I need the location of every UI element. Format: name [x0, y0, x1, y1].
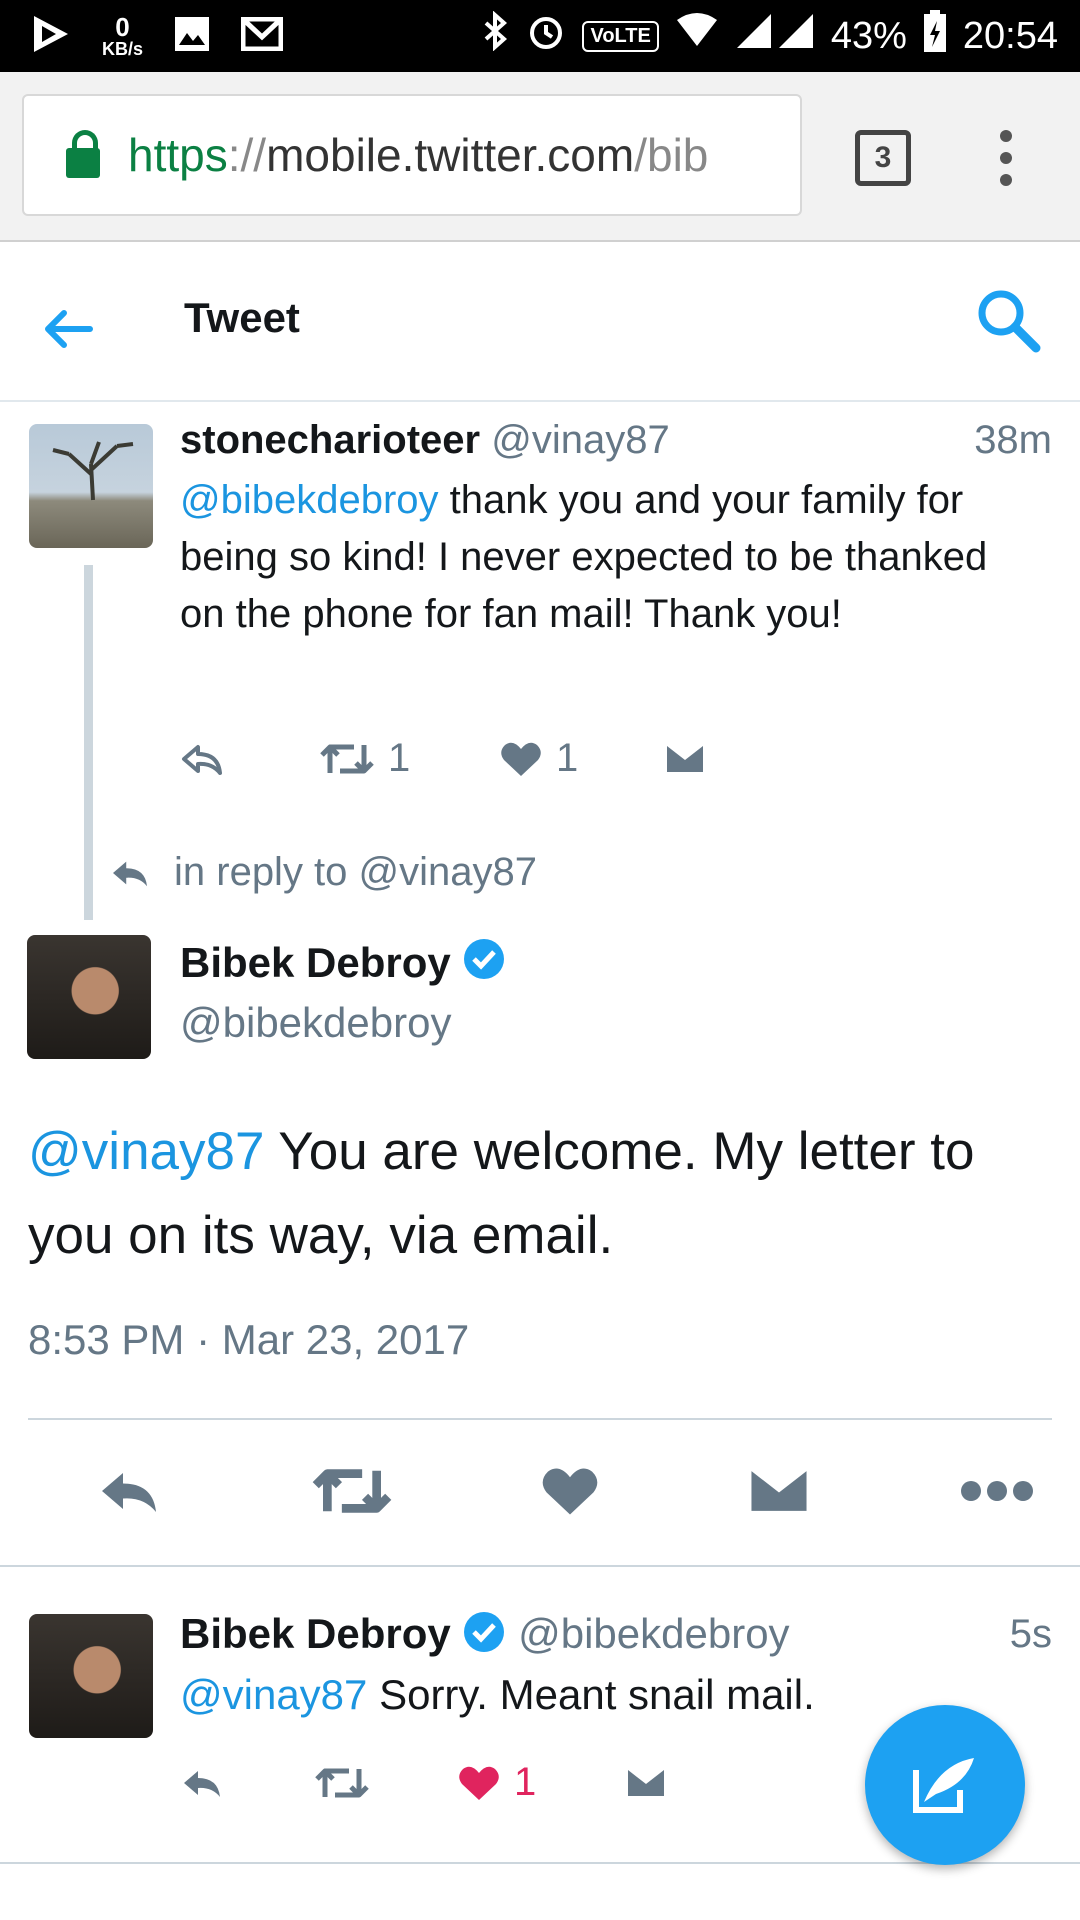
mention-link[interactable]: @vinay87	[180, 1671, 367, 1718]
divider	[0, 1565, 1080, 1567]
tweet-actions: 1	[180, 1760, 666, 1805]
reply-button[interactable]	[180, 1765, 315, 1801]
reply-context[interactable]: in reply to @vinay87	[108, 850, 537, 895]
heart-icon	[501, 742, 541, 776]
status-bar: 0 KB/s VoLTE 43% 20:54	[0, 0, 1080, 72]
url-text[interactable]: https://mobile.twitter.com/bib	[128, 128, 708, 182]
bluetooth-icon	[480, 10, 510, 61]
heart-icon	[459, 1766, 499, 1800]
envelope-icon	[628, 1769, 664, 1796]
retweet-button[interactable]	[315, 1763, 458, 1803]
divider	[0, 1862, 1080, 1864]
net-speed: 0 KB/s	[102, 12, 144, 59]
avatar[interactable]	[29, 424, 153, 548]
reply-icon	[102, 1473, 156, 1512]
divider	[28, 1418, 1052, 1420]
clock: 20:54	[962, 14, 1058, 57]
retweet-icon	[320, 744, 374, 773]
back-arrow-icon[interactable]	[44, 297, 94, 362]
lock-icon	[66, 130, 100, 178]
envelope-icon	[667, 745, 703, 772]
tweet-timestamp[interactable]: 8:53 PM · Mar 23, 2017	[28, 1316, 469, 1364]
dm-button[interactable]	[626, 1766, 666, 1800]
retweet-count: 1	[388, 736, 411, 780]
browser-toolbar: https://mobile.twitter.com/bib 3	[0, 72, 1080, 242]
reply-icon	[182, 744, 222, 775]
tweet-text: @bibekdebroy thank you and your family f…	[180, 478, 988, 636]
retweet-button[interactable]: 1	[320, 736, 500, 781]
tweet-text: @vinay87 Sorry. Meant snail mail.	[180, 1671, 815, 1718]
author-handle[interactable]: @bibekdebroy	[180, 995, 506, 1051]
tweet-time: 38m	[974, 418, 1052, 462]
browser-menu-button[interactable]	[1000, 130, 1012, 196]
signal-icon	[735, 12, 815, 60]
url-field[interactable]: https://mobile.twitter.com/bib	[22, 94, 802, 216]
dm-button[interactable]	[665, 742, 705, 776]
avatar[interactable]	[27, 935, 151, 1059]
reply-button[interactable]	[180, 741, 320, 777]
reply-icon	[184, 1770, 220, 1797]
app-header: Tweet	[0, 242, 1080, 402]
heart-icon	[542, 1468, 598, 1515]
mention-link[interactable]: @bibekdebroy	[180, 478, 439, 522]
tweet-text: @vinay87 You are welcome. My letter to y…	[28, 1122, 975, 1265]
author-block: Bibek Debroy @bibekdebroy	[180, 935, 506, 1051]
tweet-header: stonecharioteer @vinay87	[180, 418, 670, 463]
volte-badge: VoLTE	[582, 20, 659, 52]
compose-icon	[913, 1758, 974, 1813]
play-icon	[28, 12, 72, 61]
like-count: 1	[556, 736, 579, 780]
wifi-icon	[675, 12, 719, 60]
author-name[interactable]: stonecharioteer	[180, 418, 480, 462]
tweet-time: 5s	[1009, 1612, 1052, 1656]
envelope-icon	[751, 1471, 807, 1511]
more-button[interactable]	[959, 1479, 1035, 1508]
battery-icon	[923, 9, 947, 63]
reply-button[interactable]	[95, 1464, 163, 1523]
dm-button[interactable]	[748, 1465, 810, 1522]
like-button[interactable]: 1	[500, 736, 665, 781]
retweet-icon	[315, 1768, 369, 1797]
verified-icon	[462, 937, 506, 995]
tab-switcher-button[interactable]: 3	[855, 130, 911, 186]
search-icon[interactable]	[974, 286, 1042, 359]
tweet-actions: 1 1	[180, 736, 705, 781]
main-tweet-actions	[95, 1462, 1035, 1525]
author-name[interactable]: Bibek Debroy	[180, 1610, 451, 1657]
thread-line	[84, 565, 93, 920]
compose-tweet-button[interactable]	[865, 1705, 1025, 1865]
author-name[interactable]: Bibek Debroy	[180, 939, 451, 986]
alarm-icon	[526, 11, 566, 61]
author-handle[interactable]: @vinay87	[491, 418, 669, 462]
retweet-button[interactable]	[312, 1462, 392, 1525]
battery-percent: 43%	[830, 14, 907, 57]
verified-icon	[462, 1610, 506, 1664]
tweet-header: Bibek Debroy @bibekdebroy	[180, 1610, 790, 1664]
author-handle[interactable]: @bibekdebroy	[518, 1610, 789, 1657]
page-title: Tweet	[184, 294, 300, 341]
like-button[interactable]: 1	[458, 1760, 626, 1805]
avatar[interactable]	[29, 1614, 153, 1738]
image-icon	[173, 15, 211, 58]
retweet-icon	[312, 1469, 392, 1513]
like-button[interactable]	[541, 1464, 599, 1523]
reply-icon	[113, 861, 147, 886]
gmail-icon	[240, 16, 284, 56]
mention-link[interactable]: @vinay87	[28, 1122, 264, 1181]
more-icon	[961, 1481, 1033, 1501]
like-count: 1	[514, 1760, 537, 1804]
